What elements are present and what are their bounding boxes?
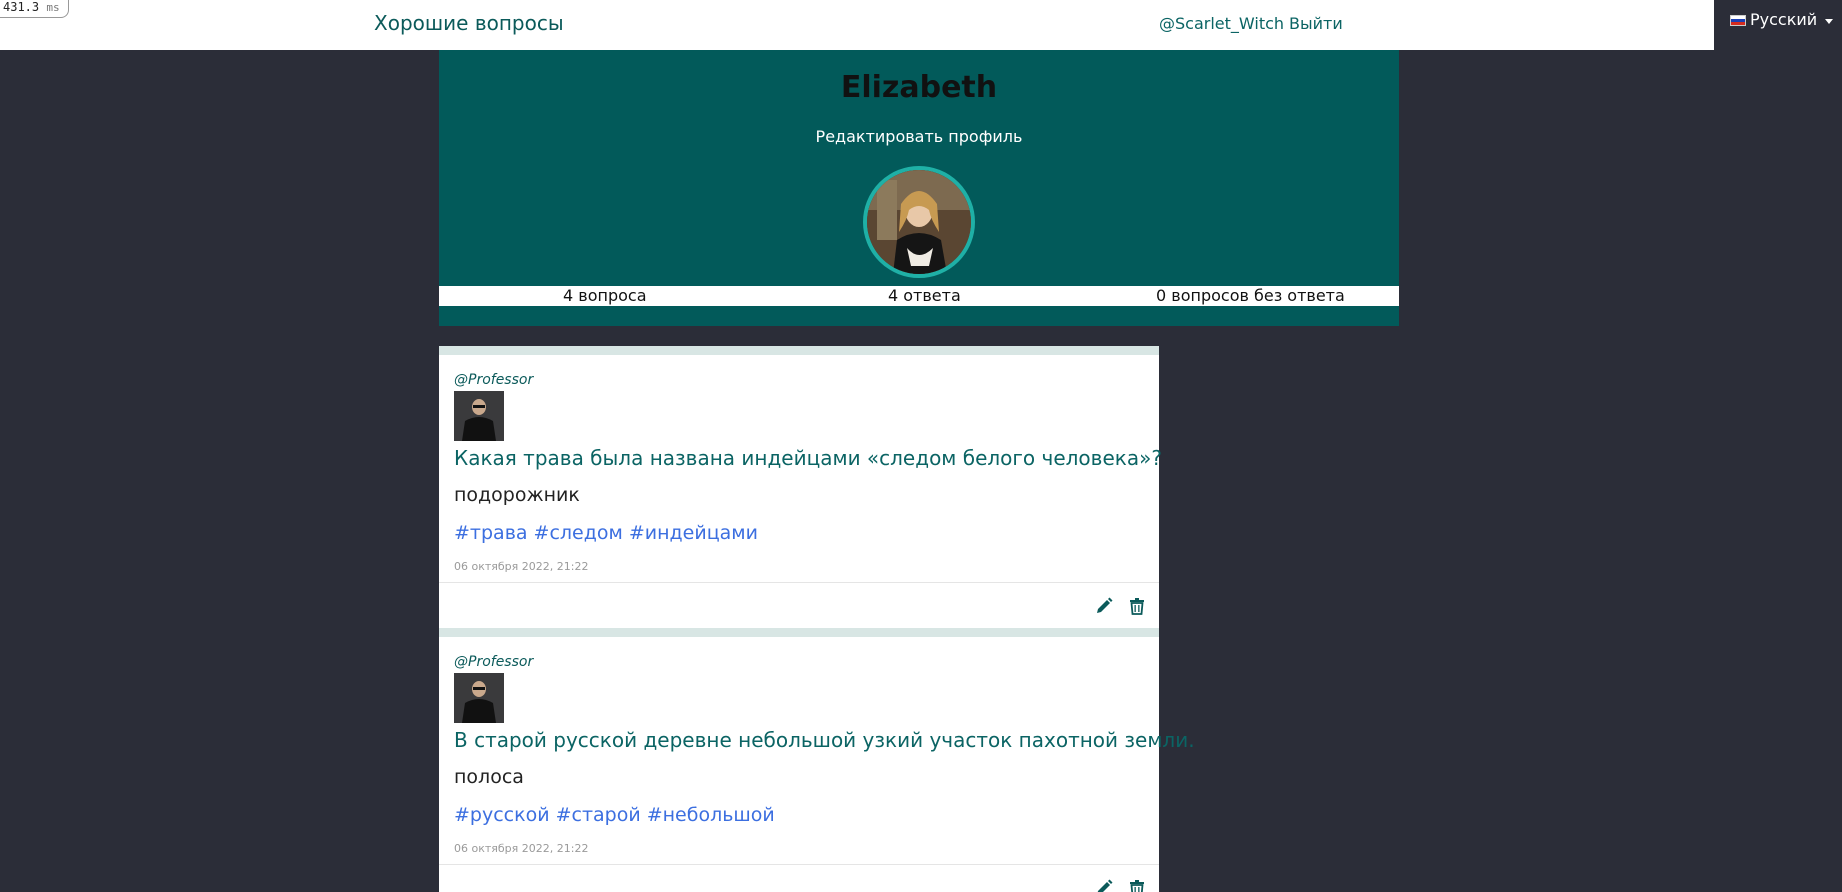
question-card: @Professor В старой русской деревне небо…	[439, 628, 1195, 892]
profile-stats: 4 вопроса 4 ответа 0 вопросов без ответа	[439, 286, 1399, 306]
question-author-link[interactable]: @Professor	[454, 654, 533, 670]
author-avatar	[454, 673, 504, 723]
trash-icon[interactable]	[1128, 597, 1146, 615]
author-avatar	[454, 391, 504, 441]
question-title-link[interactable]: Какая трава была названа индейцами «след…	[454, 446, 1162, 470]
question-answer: полоса	[454, 766, 524, 788]
profile-avatar	[863, 166, 975, 278]
trash-icon[interactable]	[1128, 879, 1146, 892]
tag-link[interactable]: #русской	[454, 804, 550, 826]
logout-link[interactable]: Выйти	[1289, 14, 1343, 33]
profile-name: Elizabeth	[840, 70, 998, 105]
tag-link[interactable]: #трава	[454, 522, 528, 544]
language-dropdown[interactable]: Русский	[1714, 0, 1842, 50]
tag-list: #трава #следом #индейцами	[454, 522, 764, 544]
render-time-unit: ms	[46, 1, 60, 14]
profile-banner: Elizabeth Редактировать профиль 4 вопрос…	[439, 50, 1399, 326]
pencil-icon[interactable]	[1095, 879, 1113, 892]
render-time-value: 431.3	[3, 0, 40, 14]
question-date: 06 октября 2022, 21:22	[454, 842, 589, 855]
tag-link[interactable]: #небольшой	[647, 804, 775, 826]
card-actions	[439, 582, 1159, 627]
question-answer: подорожник	[454, 484, 580, 506]
question-author-link[interactable]: @Professor	[454, 372, 533, 388]
russian-flag-icon	[1730, 15, 1746, 26]
render-time-badge: 431.3 ms	[0, 0, 69, 18]
unanswered-count: 0 вопросов без ответа	[1156, 286, 1345, 305]
site-brand-link[interactable]: Хорошие вопросы	[374, 11, 564, 35]
question-date: 06 октября 2022, 21:22	[454, 560, 589, 573]
current-user-link[interactable]: @Scarlet_Witch	[1159, 14, 1284, 33]
tag-link[interactable]: #индейцами	[629, 522, 758, 544]
tag-list: #русской #старой #небольшой	[454, 804, 781, 826]
edit-profile-link[interactable]: Редактировать профиль	[439, 127, 1399, 146]
card-topbar	[439, 346, 1159, 355]
questions-count: 4 вопроса	[563, 286, 647, 305]
card-topbar	[439, 628, 1159, 637]
caret-down-icon	[1825, 19, 1833, 24]
top-navbar: Хорошие вопросы @Scarlet_Witch Выйти	[0, 0, 1714, 50]
tag-link[interactable]: #следом	[534, 522, 623, 544]
question-title-link[interactable]: В старой русской деревне небольшой узкий…	[454, 728, 1195, 752]
pencil-icon[interactable]	[1095, 597, 1113, 615]
answers-count: 4 ответа	[888, 286, 961, 305]
language-label: Русский	[1750, 10, 1818, 29]
card-actions	[439, 864, 1159, 892]
tag-link[interactable]: #старой	[556, 804, 641, 826]
question-card: @Professor Какая трава была названа инде…	[439, 346, 1162, 628]
